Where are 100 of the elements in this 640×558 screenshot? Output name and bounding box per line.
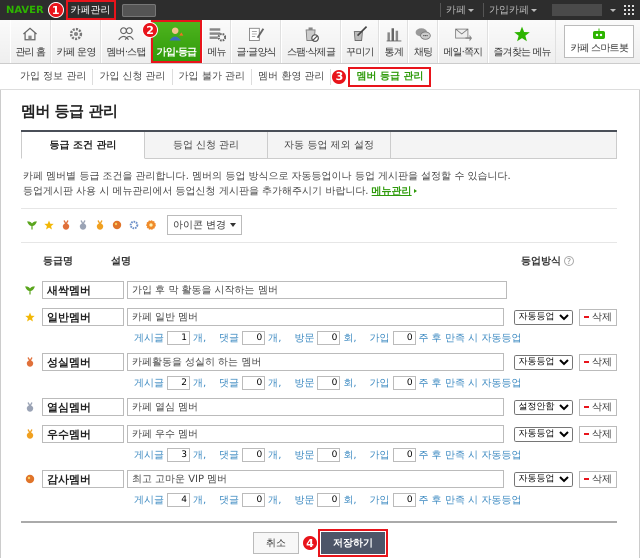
column-header: 등급명 xyxy=(42,255,74,268)
sub-nav-link[interactable]: 가입 정보 관리 xyxy=(14,68,94,84)
count-field[interactable]: 0 xyxy=(317,492,340,506)
menu-tab[interactable]: 통계 xyxy=(379,20,408,63)
description-field[interactable]: 가입 후 막 활동을 시작하는 멤버 xyxy=(127,281,507,299)
count-field[interactable]: 0 xyxy=(317,448,340,462)
top-link[interactable]: 가입카페 xyxy=(483,3,542,17)
grade-name-field[interactable]: 성실멤버 xyxy=(42,353,124,371)
minus-icon xyxy=(584,478,590,480)
change-icon-button[interactable]: 아이콘 변경 xyxy=(167,215,242,235)
step-number: 1 xyxy=(48,2,64,18)
condition-unit: 주 후 만족 시 자동등업 xyxy=(418,494,522,506)
sub-nav-link[interactable]: 가입 불가 관리 xyxy=(172,68,252,84)
description-field[interactable]: 카페활동을 성실히 하는 멤버 xyxy=(126,353,504,371)
minus-icon xyxy=(584,406,590,408)
count-field[interactable]: 0 xyxy=(242,492,266,506)
grade-name-field[interactable]: 일반멤버 xyxy=(42,308,124,326)
grade-name-field[interactable]: 우수멤버 xyxy=(42,425,124,443)
condition-unit: 개, xyxy=(268,448,282,462)
condition-label: 게시글 xyxy=(134,448,164,462)
condition-unit: 개, xyxy=(268,332,282,344)
count-field[interactable]: 0 xyxy=(242,376,266,390)
people-icon xyxy=(117,24,136,42)
menu-tab[interactable]: 채팅 xyxy=(408,20,438,63)
menu-tab[interactable]: 글·글양식 xyxy=(231,20,282,63)
menu-manage-link[interactable]: 메뉴관리 xyxy=(372,186,417,197)
method-select[interactable]: 설정안함 xyxy=(514,400,574,414)
arrow-icon xyxy=(414,189,417,194)
apps-icon[interactable] xyxy=(624,5,634,15)
menu-tab[interactable]: 스팸·삭제글 xyxy=(281,20,341,63)
count-field[interactable]: 0 xyxy=(242,330,266,344)
delete-button[interactable]: 삭제 xyxy=(579,426,618,442)
caret-icon[interactable] xyxy=(610,8,616,12)
method-select[interactable]: 자동등업 xyxy=(514,472,574,486)
blurred-field xyxy=(122,4,156,16)
minus-icon xyxy=(584,361,590,363)
menu-tab[interactable]: 관리 홈 xyxy=(10,20,51,63)
condition-label: 댓글 xyxy=(219,494,240,506)
sub-nav-link[interactable]: 가입 신청 관리 xyxy=(93,68,173,84)
condition-label: 방문 xyxy=(294,448,314,462)
minus-icon xyxy=(584,433,590,435)
tab[interactable]: 등급 조건 관리 xyxy=(21,132,145,159)
condition-label: 댓글 xyxy=(219,376,240,390)
delete-button[interactable]: 삭제 xyxy=(579,398,618,416)
grade-name-field[interactable]: 감사멤버 xyxy=(42,470,124,488)
description-field[interactable]: 카페 열심 멤버 xyxy=(126,398,504,416)
count-field[interactable]: 0 xyxy=(392,448,416,462)
condition-unit: 주 후 만족 시 자동등업 xyxy=(418,448,522,462)
tab[interactable]: 등업 신청 관리 xyxy=(145,132,268,159)
count-field[interactable]: 0 xyxy=(242,448,266,462)
count-field[interactable]: 4 xyxy=(167,492,190,506)
count-field[interactable]: 0 xyxy=(392,376,416,390)
tab[interactable]: 자동 등업 제외 설정 xyxy=(268,132,391,159)
help-icon[interactable]: ? xyxy=(564,256,574,266)
count-field[interactable]: 0 xyxy=(392,492,416,506)
cancel-button[interactable]: 취소 xyxy=(253,532,299,554)
condition-label: 게시글 xyxy=(134,332,164,344)
minus-icon xyxy=(584,316,590,318)
admin-title[interactable]: 카페관리 xyxy=(68,2,114,18)
menu-tab[interactable]: 카페 운영 xyxy=(50,20,102,63)
condition-label: 가입 xyxy=(370,448,390,462)
condition-unit: 주 후 만족 시 자동등업 xyxy=(418,376,522,390)
top-link[interactable]: 카페 xyxy=(440,3,479,17)
count-field[interactable]: 1 xyxy=(167,330,190,344)
condition-unit: 개, xyxy=(193,448,206,462)
condition-label: 댓글 xyxy=(219,448,240,462)
description-field[interactable]: 최고 고마운 VIP 멤버 xyxy=(126,470,504,488)
condition-unit: 회, xyxy=(343,448,357,462)
delete-button[interactable]: 삭제 xyxy=(579,470,618,488)
count-field[interactable]: 2 xyxy=(167,376,190,390)
smartbot-button[interactable]: 카페 스마트봇 xyxy=(564,25,634,58)
menu-tab[interactable]: 즐겨찾는 메뉴 xyxy=(488,20,556,63)
condition-label: 댓글 xyxy=(219,332,240,344)
description-field[interactable]: 카페 일반 멤버 xyxy=(126,308,504,326)
caret-icon xyxy=(230,223,236,227)
save-button[interactable]: 저장하기 xyxy=(321,532,385,554)
delete-button[interactable]: 삭제 xyxy=(579,354,618,370)
method-select[interactable]: 자동등업 xyxy=(514,354,574,370)
grade-name-field[interactable]: 새싹멤버 xyxy=(42,281,124,299)
menu-tab[interactable]: 메뉴 xyxy=(202,20,232,63)
count-field[interactable]: 0 xyxy=(317,376,340,390)
method-select[interactable]: 자동등업 xyxy=(514,310,574,324)
column-header: 등업방식 xyxy=(521,255,561,268)
count-field[interactable]: 0 xyxy=(392,330,416,344)
method-select[interactable]: 자동등업 xyxy=(514,426,574,442)
home-icon xyxy=(21,24,40,42)
condition-label: 게시글 xyxy=(134,494,164,506)
menu-tab[interactable]: 메일·쪽지 xyxy=(438,20,488,63)
condition-label: 게시글 xyxy=(134,376,164,390)
notice-text: 카페 멤버별 등급 조건을 관리합니다. 멤버의 등업 방식으로 자동등업이나 등업 게시판을 설정할 수 있습니다. xyxy=(23,171,511,182)
grade-name-field[interactable]: 열심멤버 xyxy=(42,398,124,416)
delete-button[interactable]: 삭제 xyxy=(579,308,618,326)
count-field[interactable]: 3 xyxy=(167,448,190,462)
column-header: 설명 xyxy=(110,255,132,268)
sub-nav-link[interactable]: 멤버 등급 관리 xyxy=(350,68,430,84)
menu-tab[interactable]: 꾸미기 xyxy=(340,20,380,63)
condition-unit: 주 후 만족 시 자동등업 xyxy=(418,332,522,344)
logo[interactable]: NAVER xyxy=(6,4,44,16)
count-field[interactable]: 0 xyxy=(317,330,340,344)
description-field[interactable]: 카페 우수 멤버 xyxy=(126,425,504,443)
